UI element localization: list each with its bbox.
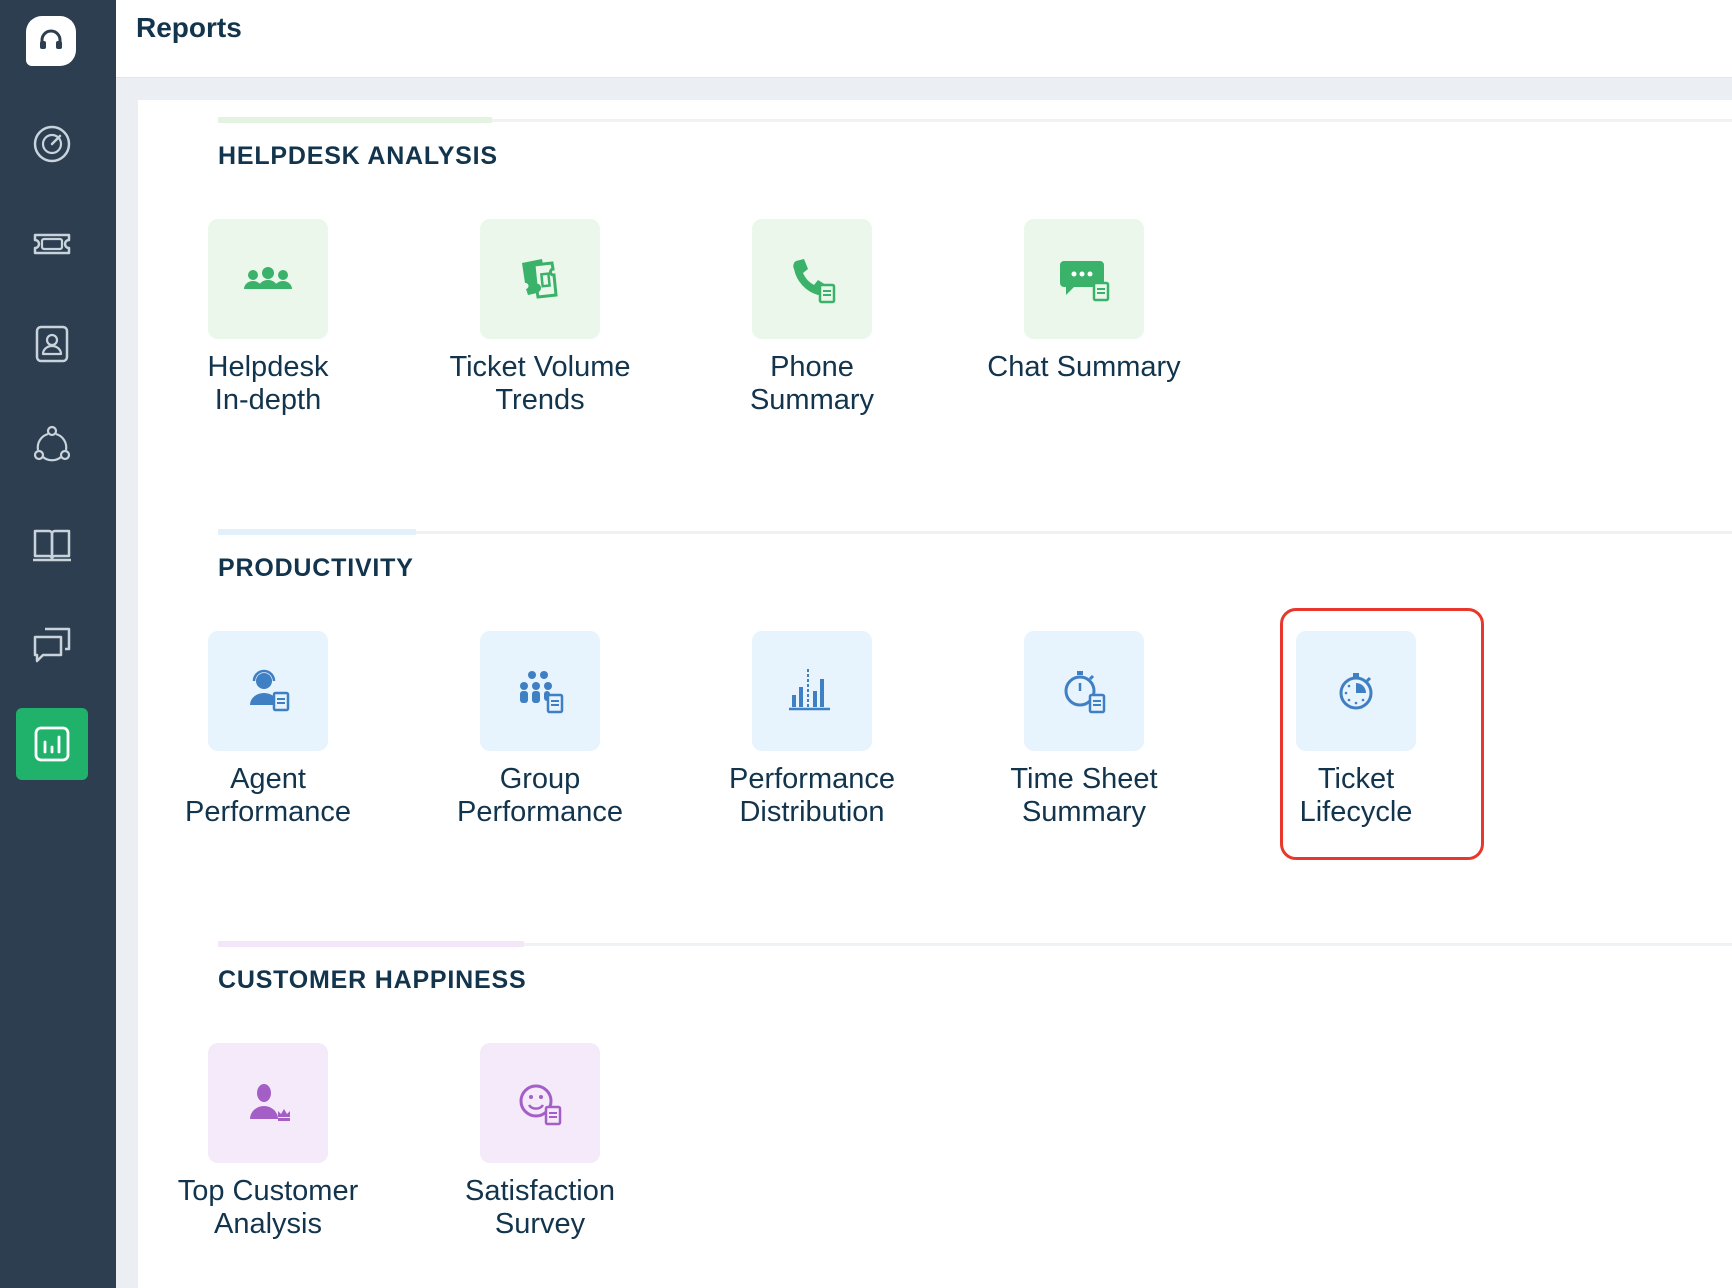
highlight-box [1280, 608, 1484, 860]
social-icon [33, 425, 71, 462]
tile-label: Agent Performance [138, 763, 398, 829]
tile-label-line2: Trends [495, 384, 585, 416]
tile-label: Phone Summary [682, 351, 942, 417]
report-tile-group-performance[interactable]: Group Performance [410, 631, 670, 829]
tile-label-line1: Ticket Volume [449, 351, 631, 383]
tile-icon-box [208, 1043, 328, 1163]
top-header: Reports [116, 0, 1732, 78]
tile-label: Performance Distribution [682, 763, 942, 829]
tile-icon-box [208, 631, 328, 751]
tile-icon-box [752, 631, 872, 751]
tile-label: Helpdesk In-depth [138, 351, 398, 417]
tile-label-line1: Satisfaction [465, 1175, 615, 1207]
group-icon [520, 671, 564, 714]
tile-label-line1: Agent [230, 763, 306, 795]
section-divider [218, 117, 1732, 123]
report-tile-time-sheet-summary[interactable]: Time Sheet Summary [954, 631, 1214, 829]
tile-label-line1: Group [499, 763, 581, 795]
tile-label-line2: Summary [749, 384, 875, 416]
sidebar-item-solutions[interactable] [16, 508, 88, 580]
sidebar-item-dashboard[interactable] [16, 108, 88, 180]
agent-icon [250, 669, 290, 712]
tile-label: Time Sheet Summary [954, 763, 1214, 829]
tile-icon-box [208, 219, 328, 339]
sidebar-item-reports[interactable] [16, 708, 88, 780]
sidebar-item-tickets[interactable] [16, 208, 88, 280]
tile-icon-box [1024, 219, 1144, 339]
tile-icon-box [752, 219, 872, 339]
report-tile-performance-distribution[interactable]: Performance Distribution [682, 631, 942, 829]
forums-icon [33, 627, 71, 663]
reports-icon [34, 726, 70, 762]
tile-label-line2: Performance [456, 796, 623, 828]
report-tile-agent-performance[interactable]: Agent Performance [138, 631, 398, 829]
reports-panel: HELPDESK ANALYSIS Helpdesk In-depth Tick… [138, 100, 1732, 1288]
section-customer-happiness: CUSTOMER HAPPINESS Top Customer Analysis [178, 941, 1732, 1288]
tile-label-line1: Helpdesk [207, 351, 329, 383]
tile-label-line2: Analysis [214, 1208, 322, 1240]
dashboard-icon [33, 125, 71, 163]
phone-icon [793, 259, 836, 304]
report-tile-satisfaction-survey[interactable]: Satisfaction Survey [410, 1043, 670, 1241]
section-divider [218, 941, 1732, 947]
tile-label-line1: Time Sheet [1010, 763, 1158, 795]
agents-group-icon [244, 267, 292, 289]
tile-label: Group Performance [410, 763, 670, 829]
report-tile-top-customer-analysis[interactable]: Top Customer Analysis [138, 1043, 398, 1241]
section-title: CUSTOMER HAPPINESS [218, 966, 527, 994]
sidebar-item-social[interactable] [16, 408, 88, 480]
tile-label-line2: Distribution [739, 796, 885, 828]
section-title: HELPDESK ANALYSIS [218, 142, 498, 170]
report-tile-chat-summary[interactable]: Chat Summary [954, 219, 1214, 384]
page-title: Reports [136, 12, 242, 43]
section-productivity: PRODUCTIVITY Agent Performance Group Per… [185, 529, 1732, 891]
sidebar-item-forums[interactable] [16, 608, 88, 680]
section-title: PRODUCTIVITY [218, 554, 414, 582]
sidebar [0, 0, 116, 1288]
tile-label-line2: Performance [184, 796, 351, 828]
tile-icon-box [480, 1043, 600, 1163]
solutions-icon [33, 529, 71, 562]
tile-label-line2: Survey [494, 1208, 586, 1240]
top-customer-icon [250, 1084, 290, 1121]
tile-label-line2: In-depth [214, 384, 322, 416]
tile-label: Chat Summary [954, 351, 1214, 384]
headset-logo-icon [40, 29, 62, 49]
tile-label-line1: Top Customer [177, 1175, 359, 1207]
tile-label-line1: Performance [728, 763, 895, 795]
ticket-icon [33, 233, 71, 255]
tile-icon-box [1024, 631, 1144, 751]
tile-label-line1: Phone [770, 351, 854, 383]
tile-label-line2: Summary [1021, 796, 1147, 828]
tickets-icon [522, 259, 558, 299]
section-divider [218, 529, 1732, 535]
smiley-icon [519, 1084, 562, 1126]
tile-label: Satisfaction Survey [410, 1175, 670, 1241]
tile-icon-box [480, 631, 600, 751]
contacts-icon [35, 325, 69, 363]
tile-label: Ticket Volume Trends [410, 351, 670, 417]
chat-icon [1060, 261, 1110, 302]
tile-label: Top Customer Analysis [138, 1175, 398, 1241]
stopwatch-doc-icon [1064, 671, 1106, 714]
report-tile-ticket-volume-trends[interactable]: Ticket Volume Trends [410, 219, 670, 417]
bar-chart-icon [789, 669, 830, 711]
report-tile-phone-summary[interactable]: Phone Summary [682, 219, 942, 417]
tile-label-line1: Chat Summary [987, 351, 1181, 383]
app-logo[interactable] [26, 16, 76, 66]
tile-icon-box [480, 219, 600, 339]
sidebar-item-contacts[interactable] [16, 308, 88, 380]
section-helpdesk-analysis: HELPDESK ANALYSIS Helpdesk In-depth Tick… [208, 117, 1732, 479]
report-tile-helpdesk-in-depth[interactable]: Helpdesk In-depth [138, 219, 398, 417]
